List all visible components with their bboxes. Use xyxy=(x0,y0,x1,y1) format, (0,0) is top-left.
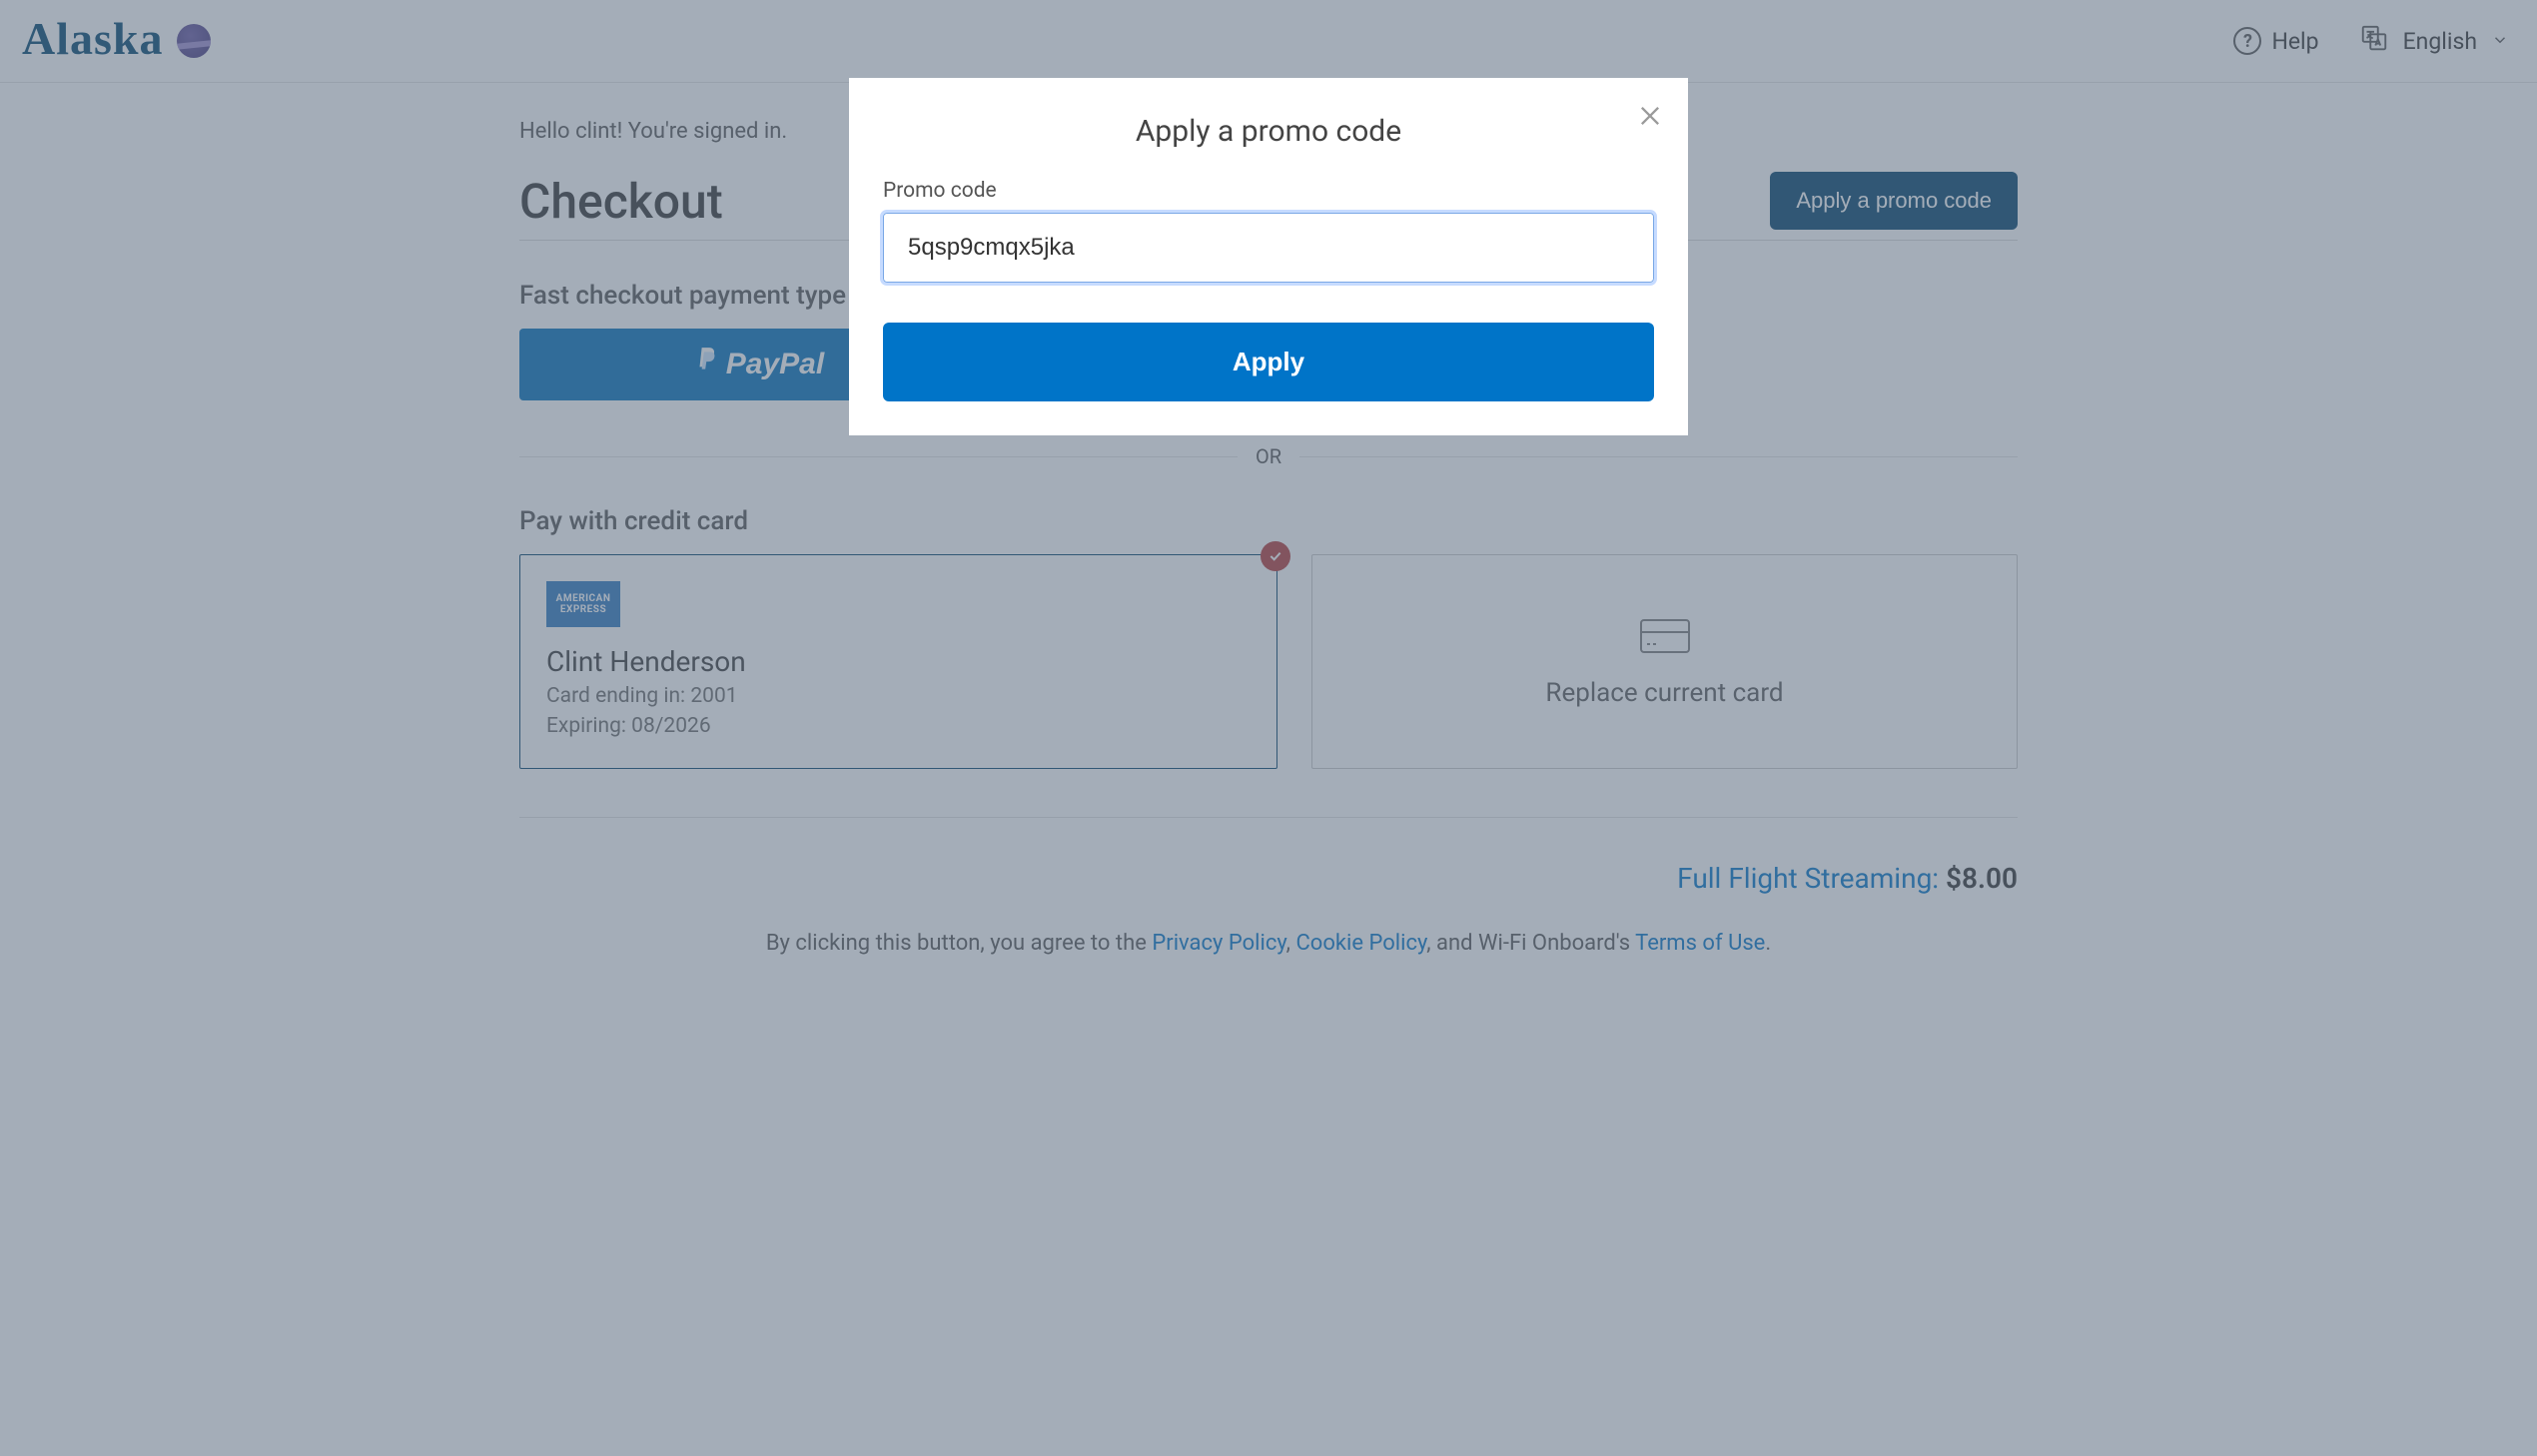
promo-code-label: Promo code xyxy=(883,179,1654,203)
modal-title: Apply a promo code xyxy=(883,114,1654,149)
close-button[interactable] xyxy=(1634,102,1666,134)
modal-overlay[interactable]: Apply a promo code Promo code Apply xyxy=(0,0,2537,1456)
apply-button[interactable]: Apply xyxy=(883,323,1654,401)
close-icon xyxy=(1636,102,1664,134)
promo-code-input[interactable] xyxy=(883,213,1654,283)
promo-code-modal: Apply a promo code Promo code Apply xyxy=(849,78,1688,435)
